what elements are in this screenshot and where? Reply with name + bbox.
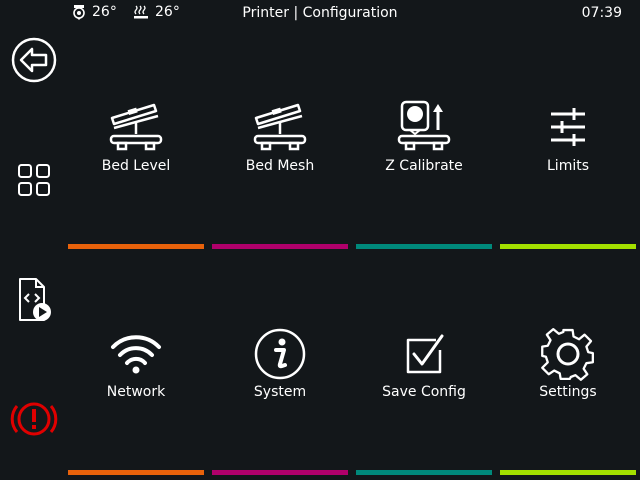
network-bar — [68, 470, 204, 475]
emergency-stop-button[interactable] — [8, 393, 60, 445]
system-button[interactable]: System — [212, 326, 348, 476]
z-calibrate-icon — [397, 100, 451, 151]
system-label: System — [253, 384, 307, 400]
system-bar — [212, 470, 348, 475]
back-arrow-icon — [11, 37, 57, 83]
bed-level-bar — [68, 244, 204, 249]
save-config-bar — [356, 470, 492, 475]
network-icon-wrap — [68, 332, 204, 374]
save-config-icon-wrap — [356, 332, 492, 376]
limits-bar — [500, 244, 636, 249]
limits-label: Limits — [547, 158, 589, 174]
save-config-label: Save Config — [382, 384, 466, 400]
grid-icon — [18, 164, 50, 196]
clock: 07:39 — [581, 5, 622, 21]
wifi-icon — [111, 335, 161, 374]
bed-level-label: Bed Level — [101, 158, 171, 174]
limits-icon-wrap — [500, 106, 636, 148]
save-config-button[interactable]: Save Config — [356, 326, 492, 476]
network-button[interactable]: Network — [68, 326, 204, 476]
settings-gear-icon — [541, 328, 594, 381]
page-title: Printer | Configuration — [242, 5, 398, 21]
network-label: Network — [106, 384, 166, 400]
settings-label: Settings — [539, 384, 597, 400]
z-calibrate-icon-wrap — [356, 100, 492, 154]
status-bar: 26° 26° Printer | Configuration 07:39 — [0, 0, 640, 28]
bed-mesh-bar — [212, 244, 348, 249]
system-icon-wrap — [212, 328, 348, 380]
limits-sliders-icon — [551, 108, 585, 146]
settings-bar — [500, 470, 636, 475]
bed-level-button[interactable]: Bed Level — [68, 100, 204, 250]
bed-mesh-icon-wrap — [212, 100, 348, 154]
bed-level-icon-wrap — [68, 100, 204, 154]
bed-mesh-button[interactable]: Bed Mesh — [212, 100, 348, 250]
back-button[interactable] — [8, 34, 60, 86]
limits-button[interactable]: Limits — [500, 100, 636, 250]
gcode-file-play-icon — [19, 278, 51, 321]
settings-icon-wrap — [500, 326, 636, 382]
z-calibrate-label: Z Calibrate — [385, 158, 463, 174]
bed-level-icon — [109, 103, 163, 151]
info-icon — [254, 328, 306, 380]
settings-button[interactable]: Settings — [500, 326, 636, 476]
emergency-stop-icon — [10, 402, 58, 436]
menu-button[interactable] — [8, 154, 60, 206]
bed-mesh-icon — [253, 103, 307, 151]
bed-mesh-label: Bed Mesh — [245, 158, 315, 174]
print-files-button[interactable] — [8, 274, 60, 326]
z-calibrate-button[interactable]: Z Calibrate — [356, 100, 492, 250]
save-checkbox-icon — [406, 334, 444, 374]
z-calibrate-bar — [356, 244, 492, 249]
